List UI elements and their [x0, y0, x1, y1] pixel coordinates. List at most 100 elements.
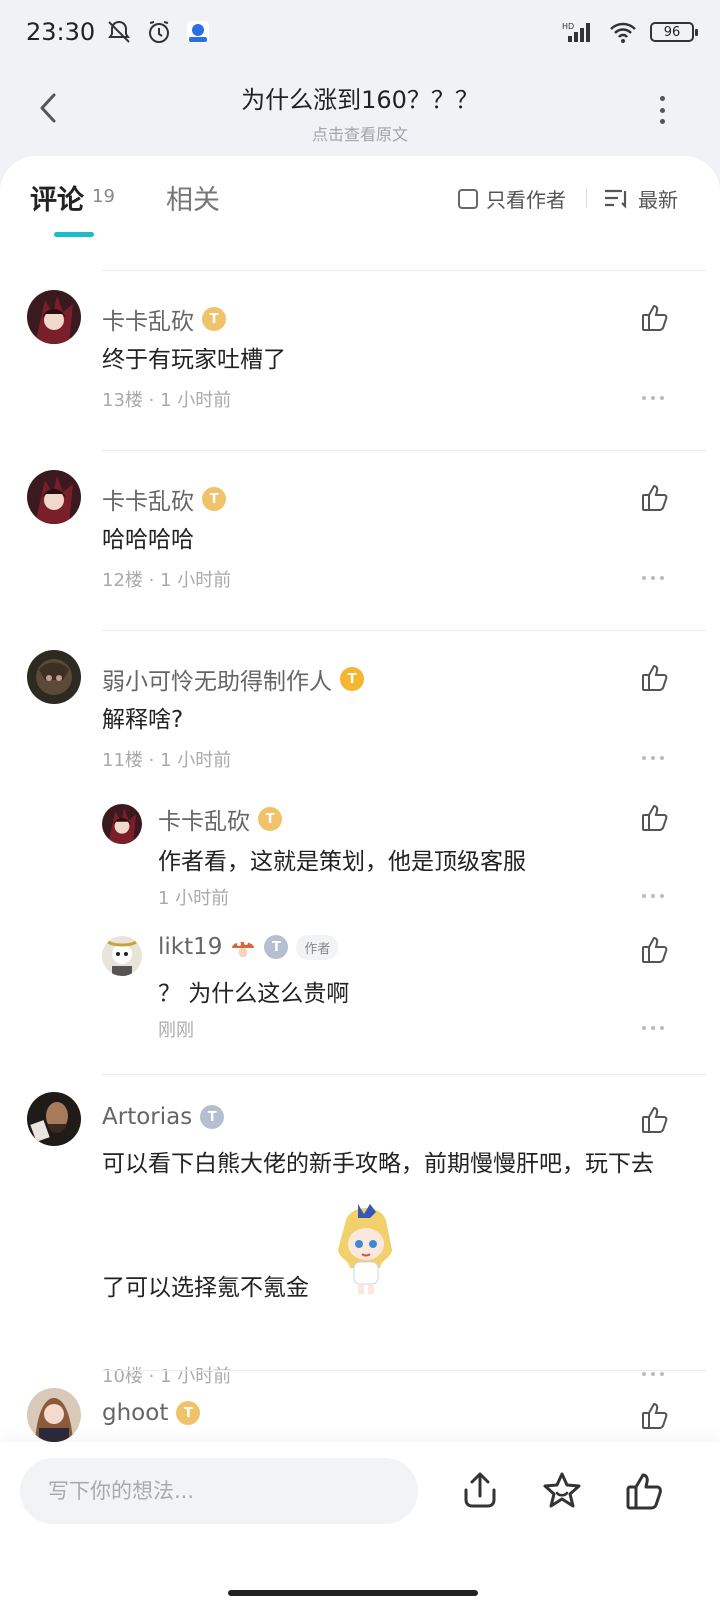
app-notification-icon	[187, 21, 210, 43]
svg-text:HD: HD	[562, 22, 574, 31]
comments-count: 19	[92, 186, 115, 207]
comment-username[interactable]: 弱小可怜无助得制作人 T	[102, 662, 364, 696]
home-indicator[interactable]	[228, 1590, 478, 1596]
battery-icon: 96	[650, 22, 698, 42]
comment-text-line-2: 了可以选择氪不氪金	[102, 1275, 309, 1301]
level-badge: T	[258, 807, 282, 831]
view-original-link[interactable]: 点击查看原文	[120, 121, 600, 145]
author-tag: 作者	[296, 934, 339, 960]
more-options-button[interactable]	[652, 92, 672, 128]
avatar[interactable]	[27, 290, 81, 344]
comment-more-button[interactable]	[642, 576, 664, 582]
comment-time: 1 小时前	[160, 570, 232, 591]
like-icon[interactable]	[640, 662, 670, 692]
level-badge: T	[264, 935, 289, 959]
like-icon[interactable]	[640, 302, 670, 332]
back-button[interactable]	[32, 88, 64, 128]
reply-more-button[interactable]	[642, 1026, 664, 1032]
only-author-label: 只看作者	[486, 188, 566, 212]
divider	[586, 188, 587, 208]
mute-icon	[108, 20, 131, 43]
username-text[interactable]: likt19	[158, 934, 222, 960]
reply-time: 1 小时前	[158, 888, 230, 909]
active-tab-indicator	[54, 232, 94, 237]
avatar[interactable]	[27, 1092, 81, 1146]
username-text[interactable]: 卡卡乱砍	[158, 802, 250, 836]
comment-text-line-1: 可以看下白熊大佬的新手攻略，前期慢慢肝吧，玩下去	[102, 1151, 654, 1177]
star-favorite-icon[interactable]	[542, 1470, 582, 1510]
comment-text: 解释啥?	[102, 707, 184, 733]
level-badge: T	[202, 487, 226, 511]
battery-level: 96	[663, 24, 681, 40]
share-icon[interactable]	[460, 1470, 500, 1510]
reply-text: 作者看，这就是策划，他是顶级客服	[158, 849, 526, 875]
reply-username[interactable]: likt19 T 作者	[158, 934, 339, 960]
avatar[interactable]	[102, 936, 142, 976]
sort-icon	[605, 189, 627, 209]
reply-username[interactable]: 卡卡乱砍 T	[158, 802, 282, 836]
username-text[interactable]: 弱小可怜无助得制作人	[102, 662, 332, 696]
avatar[interactable]	[27, 470, 81, 524]
tab-related[interactable]: 相关	[166, 178, 220, 217]
floor-number: 11楼	[102, 750, 143, 771]
like-icon[interactable]	[640, 802, 670, 832]
comment-username[interactable]: 卡卡乱砍 T	[102, 482, 226, 516]
floor-number: 12楼	[102, 570, 143, 591]
comment-username[interactable]: ghoot T	[102, 1400, 201, 1426]
like-icon[interactable]	[640, 1400, 670, 1430]
comment-item: 卡卡乱砍 T 终于有玩家吐槽了 13楼 · 1 小时前	[0, 270, 720, 450]
level-badge: T	[202, 307, 226, 331]
comment-input[interactable]: 写下你的想法...	[20, 1458, 418, 1524]
reply-item: likt19 T 作者 ？ 为什么这么贵啊 刚刚	[0, 918, 720, 1058]
header: 为什么涨到160？？？ 点击查看原文	[0, 64, 720, 156]
wifi-icon	[610, 22, 636, 43]
comment-item: 卡卡乱砍 T 哈哈哈哈 12楼 · 1 小时前	[0, 450, 720, 630]
comment-item: Artorias T 可以看下白熊大佬的新手攻略，前期慢慢肝吧，玩下去 了可以选…	[0, 1074, 720, 1387]
checkbox-icon[interactable]	[458, 188, 478, 209]
avatar[interactable]	[102, 804, 142, 844]
comments-card: 评论 19 相关 只看作者 最新 卡卡乱砍 T 终于有玩家吐槽了 13楼 · 1…	[0, 156, 720, 1600]
status-time: 23:30	[26, 18, 96, 46]
comment-text: 终于有玩家吐槽了	[102, 347, 286, 373]
comment-username[interactable]: Artorias T	[102, 1104, 225, 1130]
like-icon[interactable]	[640, 1104, 670, 1134]
tab-bar: 评论 19 相关 只看作者 最新	[0, 156, 720, 240]
comment-meta: 11楼 · 1 小时前	[102, 750, 232, 771]
comment-meta: 13楼 · 1 小时前	[102, 390, 232, 411]
comment-more-button[interactable]	[642, 756, 664, 762]
title-block[interactable]: 为什么涨到160？？？ 点击查看原文	[120, 80, 600, 145]
like-icon[interactable]	[640, 934, 670, 964]
username-text[interactable]: Artorias	[102, 1104, 192, 1130]
tab-comments[interactable]: 评论	[30, 178, 84, 217]
comment-item: ghoot T	[0, 1370, 720, 1450]
like-post-icon[interactable]	[624, 1470, 664, 1510]
level-badge: T	[340, 667, 364, 691]
mushroom-emoji-icon	[232, 941, 255, 957]
username-text[interactable]: 卡卡乱砍	[102, 482, 194, 516]
sort-button[interactable]: 最新	[604, 184, 678, 213]
reply-item: 卡卡乱砍 T 作者看，这就是策划，他是顶级客服 1 小时前	[0, 786, 720, 916]
comment-time: 1 小时前	[160, 750, 232, 771]
reply-text: ？ 为什么这么贵啊	[158, 981, 350, 1007]
avatar[interactable]	[27, 650, 81, 704]
username-text[interactable]: ghoot	[102, 1400, 168, 1426]
comment-text: 哈哈哈哈	[102, 527, 194, 553]
avatar[interactable]	[27, 1388, 81, 1442]
sort-label: 最新	[638, 188, 678, 212]
comment-item: 弱小可怜无助得制作人 T 解释啥? 11楼 · 1 小时前 卡卡乱砍 T 作者看…	[0, 630, 720, 1074]
reply-more-button[interactable]	[642, 894, 664, 900]
level-badge: T	[200, 1105, 225, 1129]
level-badge: T	[176, 1401, 201, 1425]
comment-username[interactable]: 卡卡乱砍 T	[102, 302, 226, 336]
only-author-toggle[interactable]: 只看作者	[458, 184, 566, 213]
alarm-icon	[149, 21, 170, 43]
chevron-left-icon	[40, 93, 56, 123]
floor-number: 13楼	[102, 390, 143, 411]
signal-icon: HD	[562, 22, 590, 42]
username-text[interactable]: 卡卡乱砍	[102, 302, 194, 336]
like-icon[interactable]	[640, 482, 670, 512]
reply-time: 刚刚	[158, 1020, 194, 1041]
status-bar: 23:30 HD 96	[0, 0, 720, 64]
comment-time: 1 小时前	[160, 390, 232, 411]
comment-more-button[interactable]	[642, 396, 664, 402]
